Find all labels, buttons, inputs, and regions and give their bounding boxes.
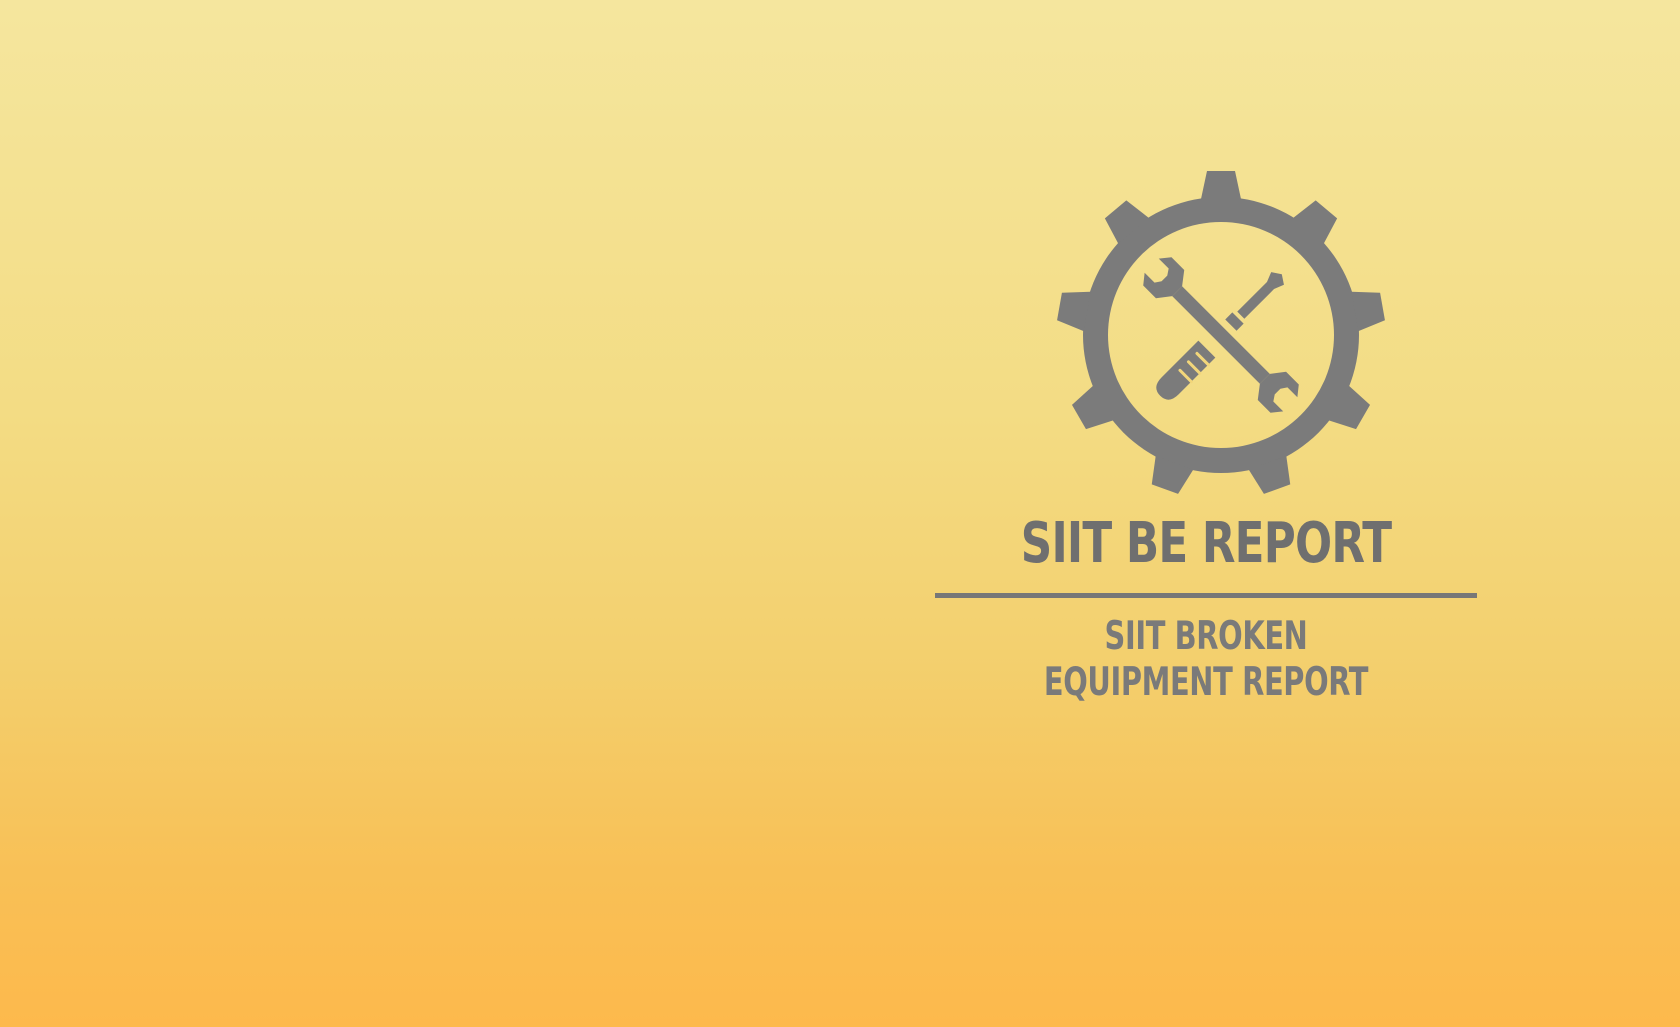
title-divider (935, 593, 1477, 598)
gear-tools-logo-icon (1056, 170, 1386, 500)
app-subtitle: SIIT BROKEN EQUIPMENT REPORT (1043, 614, 1369, 705)
brand-block: SIIT BE REPORT SIIT BROKEN EQUIPMENT REP… (935, 170, 1477, 705)
app-title: SIIT BE REPORT (1020, 511, 1392, 576)
